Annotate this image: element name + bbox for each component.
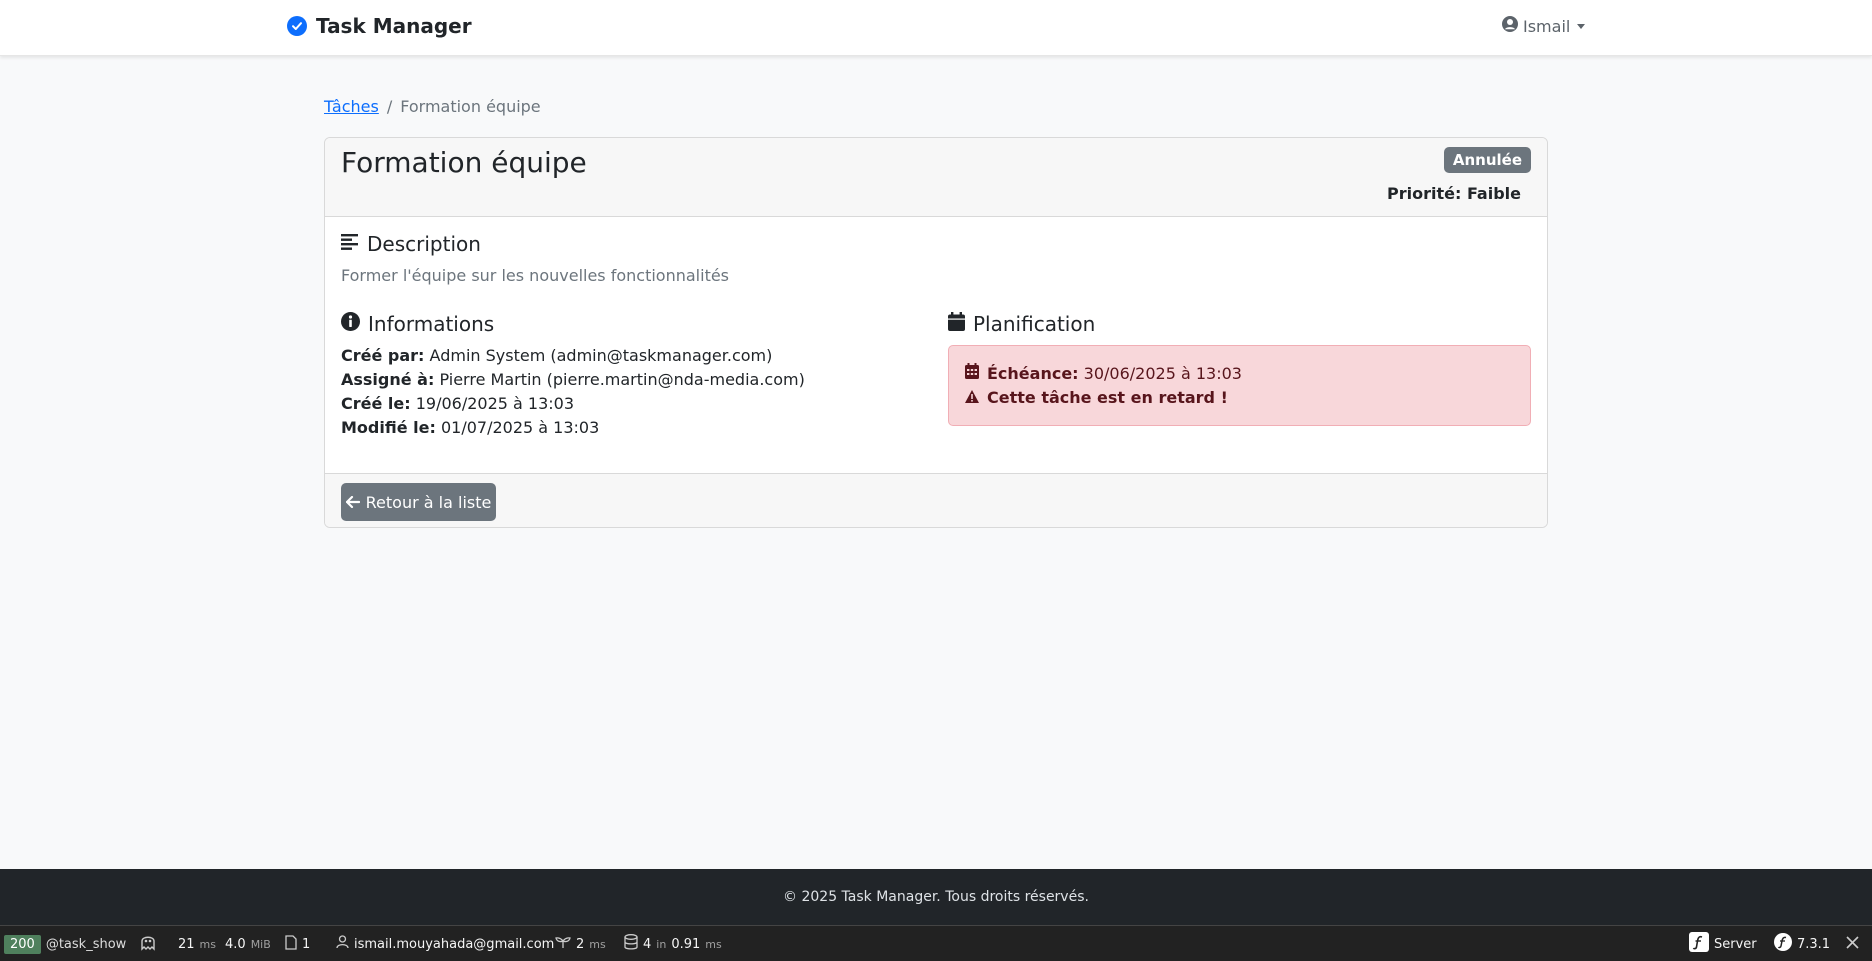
file-icon: [285, 934, 297, 954]
memory-value: 4.0: [225, 936, 246, 952]
breadcrumb-separator: /: [386, 97, 393, 116]
symfony-circle-icon: [1774, 933, 1792, 955]
db-in: in: [656, 937, 667, 951]
info-created-at: Créé le: 19/06/2025 à 13:03: [341, 394, 575, 413]
calendar-icon: [948, 312, 965, 336]
site-footer: © 2025 Task Manager. Tous droits réservé…: [0, 869, 1872, 925]
arrow-left-icon: [345, 493, 360, 512]
user-menu-toggle[interactable]: Ismail: [1502, 16, 1586, 36]
overdue-alert: Échéance: 30/06/2025 à 13:03 Cette tâche…: [948, 345, 1531, 426]
database-icon: [624, 934, 638, 954]
info-list: Créé par: Admin System (admin@taskmanage…: [341, 344, 805, 440]
status-code-badge: 200: [4, 934, 41, 954]
breadcrumb-tasks-link[interactable]: Tâches: [324, 97, 379, 116]
calendar-days-icon: [965, 362, 979, 386]
align-left-icon: [341, 232, 359, 256]
route-name: @task_show: [45, 936, 127, 952]
server-label: Server: [1714, 936, 1757, 952]
card-header: Formation équipe Annulée Priorité: Faibl…: [325, 138, 1547, 217]
due-date-label: Échéance:: [987, 364, 1079, 383]
toolbar-ghost[interactable]: [139, 926, 157, 961]
description-text: Former l'équipe sur les nouvelles foncti…: [341, 266, 730, 285]
toolbar-twig[interactable]: 2 ms: [555, 926, 606, 961]
db-time: 0.91: [671, 936, 701, 952]
twig-unit: ms: [589, 937, 606, 951]
late-warning-line: Cette tâche est en retard !: [965, 386, 1514, 410]
memory-unit: MiB: [250, 937, 271, 951]
back-to-list-label: Retour à la liste: [365, 492, 492, 512]
toolbar-request-status[interactable]: 200 @task_show: [4, 926, 126, 961]
chevron-down-icon: [1577, 23, 1586, 29]
forms-count: 1: [302, 936, 311, 952]
informations-heading-text: Informations: [368, 312, 495, 336]
planification-heading-text: Planification: [973, 312, 1096, 336]
close-icon: [1846, 935, 1859, 953]
info-created-by: Créé par: Admin System (admin@taskmanage…: [341, 346, 773, 365]
breadcrumb: Tâches / Formation équipe: [324, 97, 541, 116]
ghost-icon: [139, 933, 157, 955]
description-heading-text: Description: [367, 232, 481, 256]
card-footer: Retour à la liste: [325, 473, 1547, 527]
toolbar-symfony-version[interactable]: 7.3.1: [1774, 926, 1830, 961]
navbar: Task Manager Ismail: [0, 0, 1872, 56]
symfony-logo-icon: [1689, 932, 1709, 956]
info-assigned-to: Assigné à: Pierre Martin (pierre.martin@…: [341, 370, 805, 389]
toolbar-user[interactable]: ismail.mouyahada@gmail.com: [336, 926, 554, 961]
toolbar-memory[interactable]: 4.0 MiB: [225, 926, 271, 961]
time-unit: ms: [199, 937, 216, 951]
task-card: Formation équipe Annulée Priorité: Faibl…: [324, 137, 1548, 528]
toolbar-database[interactable]: 4 in 0.91 ms: [624, 926, 722, 961]
twig-value: 2: [576, 936, 585, 952]
copyright-text: © 2025 Task Manager. Tous droits réservé…: [783, 889, 1089, 905]
breadcrumb-current: Formation équipe: [400, 97, 541, 116]
late-warning-text: Cette tâche est en retard !: [987, 388, 1228, 407]
symfony-version: 7.3.1: [1797, 936, 1831, 952]
twig-leaf-icon: [555, 935, 571, 953]
info-circle-icon: [341, 312, 360, 336]
user-email: ismail.mouyahada@gmail.com: [354, 936, 555, 952]
debug-toolbar: 200 @task_show 21 ms 4.0 MiB 1 ismail.mo…: [0, 925, 1872, 961]
user-circle-icon: [1502, 16, 1518, 36]
db-unit: ms: [705, 937, 722, 951]
toolbar-close-button[interactable]: [1846, 926, 1859, 961]
time-value: 21: [178, 936, 195, 952]
warning-triangle-icon: [965, 386, 979, 410]
priority-label: Priorité: Faible: [1387, 184, 1521, 203]
description-heading: Description: [341, 232, 481, 256]
brand-link[interactable]: Task Manager: [287, 14, 472, 38]
due-date-line: Échéance: 30/06/2025 à 13:03: [965, 362, 1514, 386]
planification-heading: Planification: [948, 312, 1095, 336]
check-circle-icon: [287, 16, 307, 36]
task-title: Formation équipe: [341, 146, 587, 179]
toolbar-forms[interactable]: 1: [285, 926, 310, 961]
user-icon: [336, 935, 349, 953]
toolbar-server[interactable]: Server: [1689, 926, 1757, 961]
back-to-list-button[interactable]: Retour à la liste: [341, 483, 496, 521]
info-updated-at: Modifié le: 01/07/2025 à 13:03: [341, 418, 600, 437]
brand-name: Task Manager: [316, 14, 472, 38]
db-queries: 4: [643, 936, 652, 952]
status-badge: Annulée: [1443, 147, 1531, 173]
toolbar-time[interactable]: 21 ms: [178, 926, 216, 961]
user-name: Ismail: [1523, 16, 1571, 36]
informations-heading: Informations: [341, 312, 494, 336]
due-date-value: 30/06/2025 à 13:03: [1083, 364, 1242, 383]
